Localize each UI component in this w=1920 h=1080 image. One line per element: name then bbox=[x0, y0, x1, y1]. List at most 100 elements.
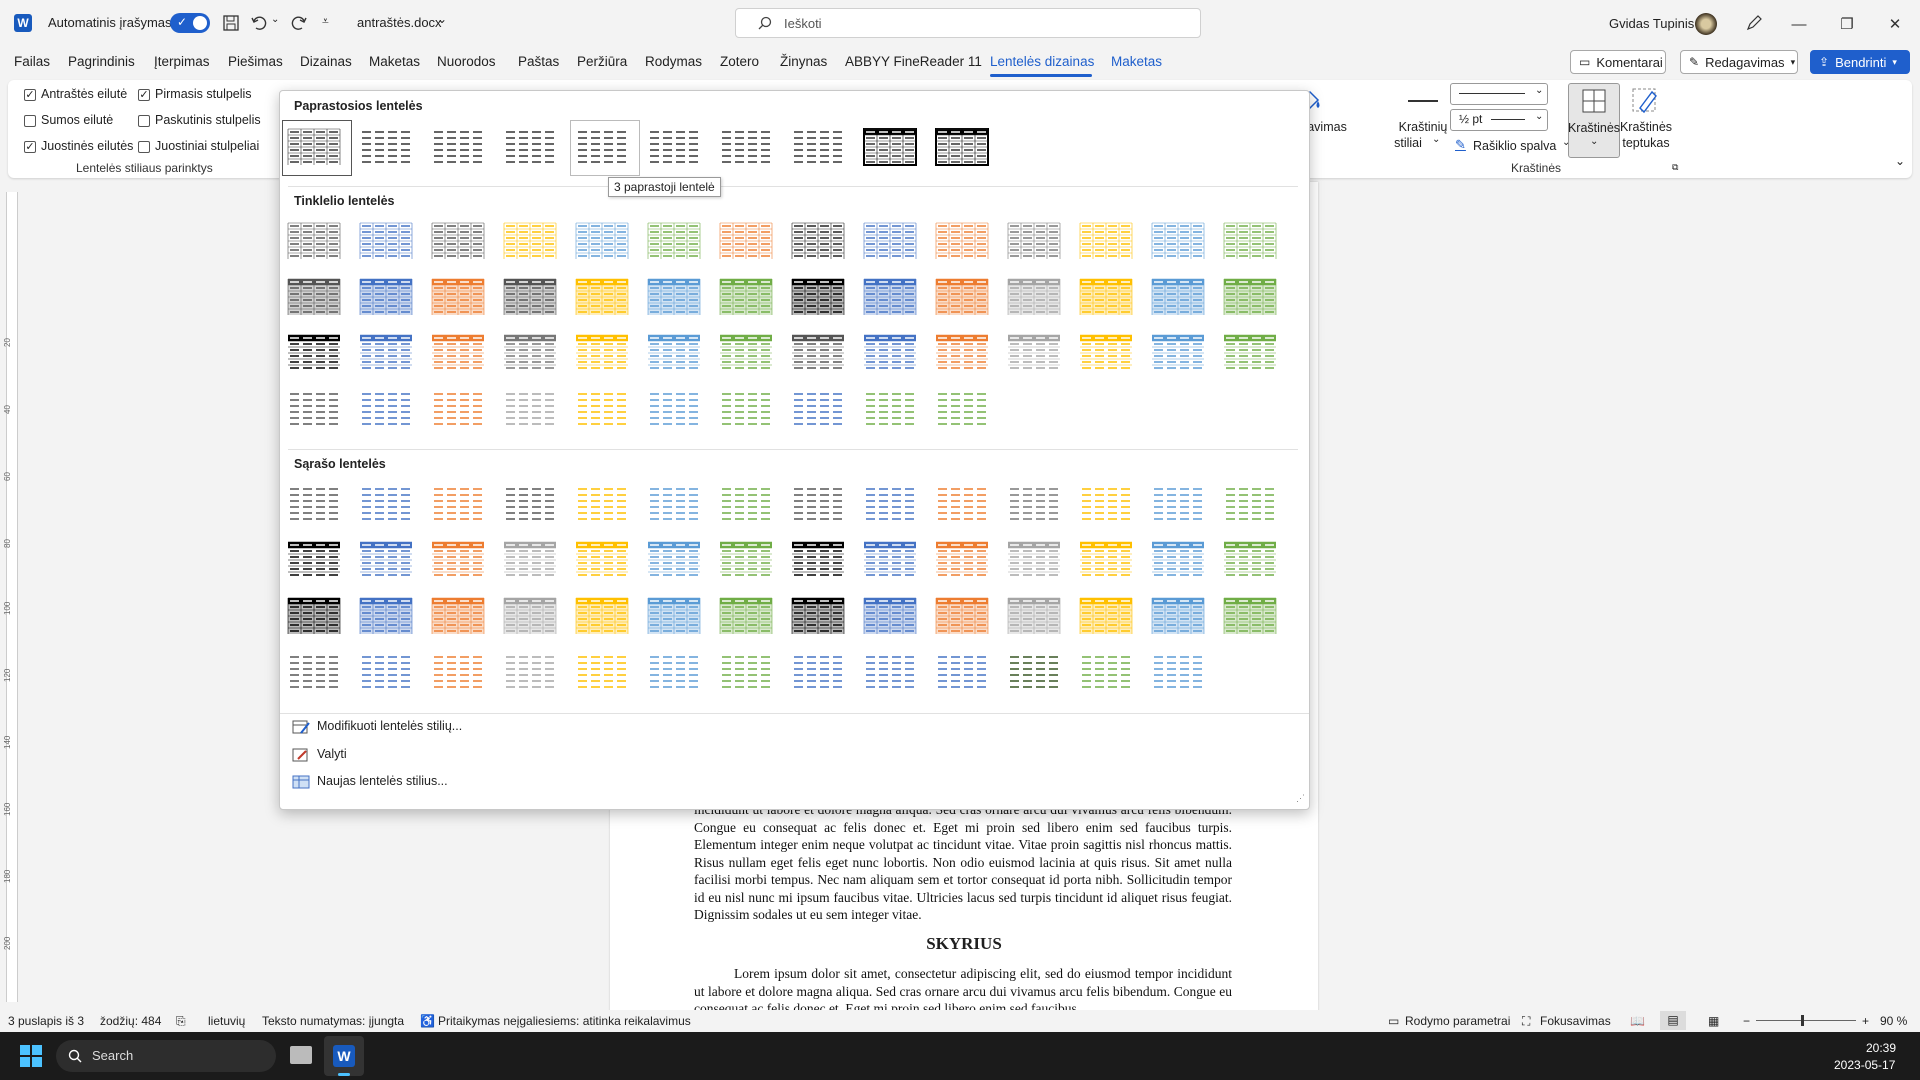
save-icon[interactable] bbox=[222, 14, 240, 32]
table-style-thumbnail[interactable] bbox=[501, 481, 559, 527]
table-style-thumbnail[interactable] bbox=[1149, 218, 1207, 264]
tab-lenteles-dizainas[interactable]: Lentelės dizainas bbox=[990, 54, 1094, 69]
menu-perziura[interactable]: Peržiūra bbox=[577, 54, 627, 69]
table-style-thumbnail[interactable] bbox=[933, 649, 991, 695]
clear-item[interactable]: Valyti bbox=[317, 747, 347, 761]
table-style-thumbnail[interactable] bbox=[1005, 218, 1063, 264]
table-style-thumbnail[interactable] bbox=[645, 649, 703, 695]
menu-iterpimas[interactable]: Įterpimas bbox=[154, 54, 210, 69]
table-style-thumbnail[interactable] bbox=[285, 537, 343, 583]
print-layout-icon[interactable]: ▤ bbox=[1660, 1011, 1686, 1030]
table-style-thumbnail[interactable] bbox=[1005, 649, 1063, 695]
table-style-thumbnail[interactable] bbox=[1077, 218, 1135, 264]
table-style-thumbnail[interactable] bbox=[789, 481, 847, 527]
table-style-thumbnail[interactable] bbox=[645, 274, 703, 320]
table-style-thumbnail[interactable] bbox=[861, 481, 919, 527]
table-style-thumbnail[interactable] bbox=[573, 274, 631, 320]
table-style-thumbnail[interactable] bbox=[933, 593, 991, 639]
table-style-thumbnail[interactable] bbox=[717, 274, 775, 320]
table-style-thumbnail[interactable] bbox=[717, 124, 775, 170]
table-style-thumbnail[interactable] bbox=[933, 537, 991, 583]
table-style-thumbnail[interactable] bbox=[933, 218, 991, 264]
customize-qat-icon[interactable]: ⩡ bbox=[322, 14, 329, 29]
taskbar-search-box[interactable]: Search bbox=[56, 1040, 276, 1072]
border-styles-dropdown-icon[interactable]: ⌄ bbox=[1432, 134, 1440, 145]
display-settings[interactable]: Rodymo parametrai bbox=[1405, 1014, 1510, 1028]
table-style-thumbnail[interactable] bbox=[645, 593, 703, 639]
table-style-thumbnail[interactable] bbox=[429, 124, 487, 170]
table-style-thumbnail[interactable] bbox=[429, 218, 487, 264]
resize-grip-icon[interactable]: ⋰ bbox=[1296, 793, 1305, 804]
table-style-thumbnail[interactable] bbox=[1221, 481, 1279, 527]
table-style-thumbnail[interactable] bbox=[933, 274, 991, 320]
table-style-thumbnail[interactable] bbox=[285, 218, 343, 264]
checkbox-banded-rows[interactable]: ✓ bbox=[24, 141, 36, 153]
table-style-thumbnail[interactable] bbox=[789, 537, 847, 583]
table-style-thumbnail[interactable] bbox=[789, 330, 847, 376]
table-style-thumbnail[interactable] bbox=[573, 330, 631, 376]
table-style-thumbnail[interactable] bbox=[861, 537, 919, 583]
table-style-thumbnail[interactable] bbox=[1005, 330, 1063, 376]
table-style-thumbnail[interactable] bbox=[1005, 593, 1063, 639]
table-style-thumbnail[interactable] bbox=[573, 649, 631, 695]
table-style-thumbnail[interactable] bbox=[357, 124, 415, 170]
table-style-thumbnail[interactable] bbox=[429, 537, 487, 583]
zoom-out-icon[interactable]: − bbox=[1743, 1014, 1750, 1028]
table-style-thumbnail[interactable] bbox=[1149, 593, 1207, 639]
table-style-thumbnail[interactable] bbox=[1005, 537, 1063, 583]
table-style-thumbnail[interactable] bbox=[789, 274, 847, 320]
table-style-thumbnail[interactable] bbox=[501, 124, 559, 170]
table-style-thumbnail[interactable] bbox=[789, 124, 847, 170]
table-style-thumbnail[interactable] bbox=[645, 218, 703, 264]
table-style-thumbnail[interactable] bbox=[573, 593, 631, 639]
display-settings-icon[interactable]: ▭ bbox=[1388, 1014, 1399, 1028]
table-style-thumbnail[interactable] bbox=[285, 593, 343, 639]
undo-icon[interactable] bbox=[250, 14, 268, 32]
table-style-thumbnail[interactable] bbox=[717, 649, 775, 695]
focus-mode[interactable]: Fokusavimas bbox=[1540, 1014, 1611, 1028]
table-style-thumbnail[interactable] bbox=[429, 593, 487, 639]
undo-dropdown-icon[interactable]: ⌄ bbox=[271, 14, 279, 25]
table-style-thumbnail[interactable] bbox=[1005, 274, 1063, 320]
search-box[interactable]: Ieškoti bbox=[735, 8, 1201, 38]
text-prediction[interactable]: Teksto numatymas: įjungta bbox=[262, 1014, 404, 1028]
dialog-launcher-icon[interactable]: ⧉ bbox=[1672, 162, 1678, 173]
table-style-thumbnail[interactable] bbox=[285, 330, 343, 376]
table-style-thumbnail[interactable] bbox=[357, 218, 415, 264]
border-painter-icon[interactable] bbox=[1630, 86, 1660, 116]
table-style-thumbnail[interactable] bbox=[717, 330, 775, 376]
table-style-thumbnail[interactable] bbox=[573, 218, 631, 264]
table-style-thumbnail[interactable] bbox=[861, 218, 919, 264]
table-style-thumbnail[interactable] bbox=[1005, 481, 1063, 527]
table-style-thumbnail[interactable] bbox=[357, 537, 415, 583]
table-style-thumbnail[interactable] bbox=[429, 274, 487, 320]
table-style-thumbnail[interactable] bbox=[789, 218, 847, 264]
zoom-in-icon[interactable]: + bbox=[1862, 1014, 1869, 1028]
user-name[interactable]: Gvidas Tupinis bbox=[1609, 16, 1694, 31]
autosave-toggle[interactable]: ✓ bbox=[170, 13, 210, 33]
table-style-thumbnail[interactable] bbox=[717, 537, 775, 583]
table-style-thumbnail[interactable] bbox=[1077, 481, 1135, 527]
table-style-thumbnail[interactable] bbox=[789, 386, 847, 432]
accessibility-icon[interactable]: ♿ bbox=[420, 1014, 435, 1028]
minimize-button[interactable]: — bbox=[1776, 0, 1822, 48]
table-style-thumbnail[interactable] bbox=[861, 593, 919, 639]
table-style-thumbnail[interactable] bbox=[1077, 537, 1135, 583]
table-style-thumbnail[interactable] bbox=[861, 274, 919, 320]
table-style-thumbnail[interactable] bbox=[861, 386, 919, 432]
pen-color-icon[interactable]: ✎ bbox=[1455, 137, 1466, 153]
table-style-thumbnail[interactable] bbox=[429, 649, 487, 695]
table-style-thumbnail[interactable] bbox=[789, 649, 847, 695]
word-taskbar-button[interactable]: W bbox=[324, 1036, 364, 1076]
pen-weight-select[interactable]: ½ pt ⌄ bbox=[1450, 109, 1548, 131]
menu-dizainas[interactable]: Dizainas bbox=[300, 54, 352, 69]
menu-rodymas[interactable]: Rodymas bbox=[645, 54, 702, 69]
table-style-thumbnail[interactable] bbox=[645, 481, 703, 527]
table-style-thumbnail[interactable] bbox=[285, 386, 343, 432]
table-style-thumbnail[interactable] bbox=[429, 481, 487, 527]
table-style-thumbnail[interactable] bbox=[1221, 330, 1279, 376]
table-style-thumbnail[interactable] bbox=[501, 330, 559, 376]
border-styles-label-1[interactable]: Kraštinių bbox=[1399, 120, 1448, 134]
table-style-thumbnail[interactable] bbox=[573, 537, 631, 583]
table-style-thumbnail[interactable] bbox=[645, 124, 703, 170]
